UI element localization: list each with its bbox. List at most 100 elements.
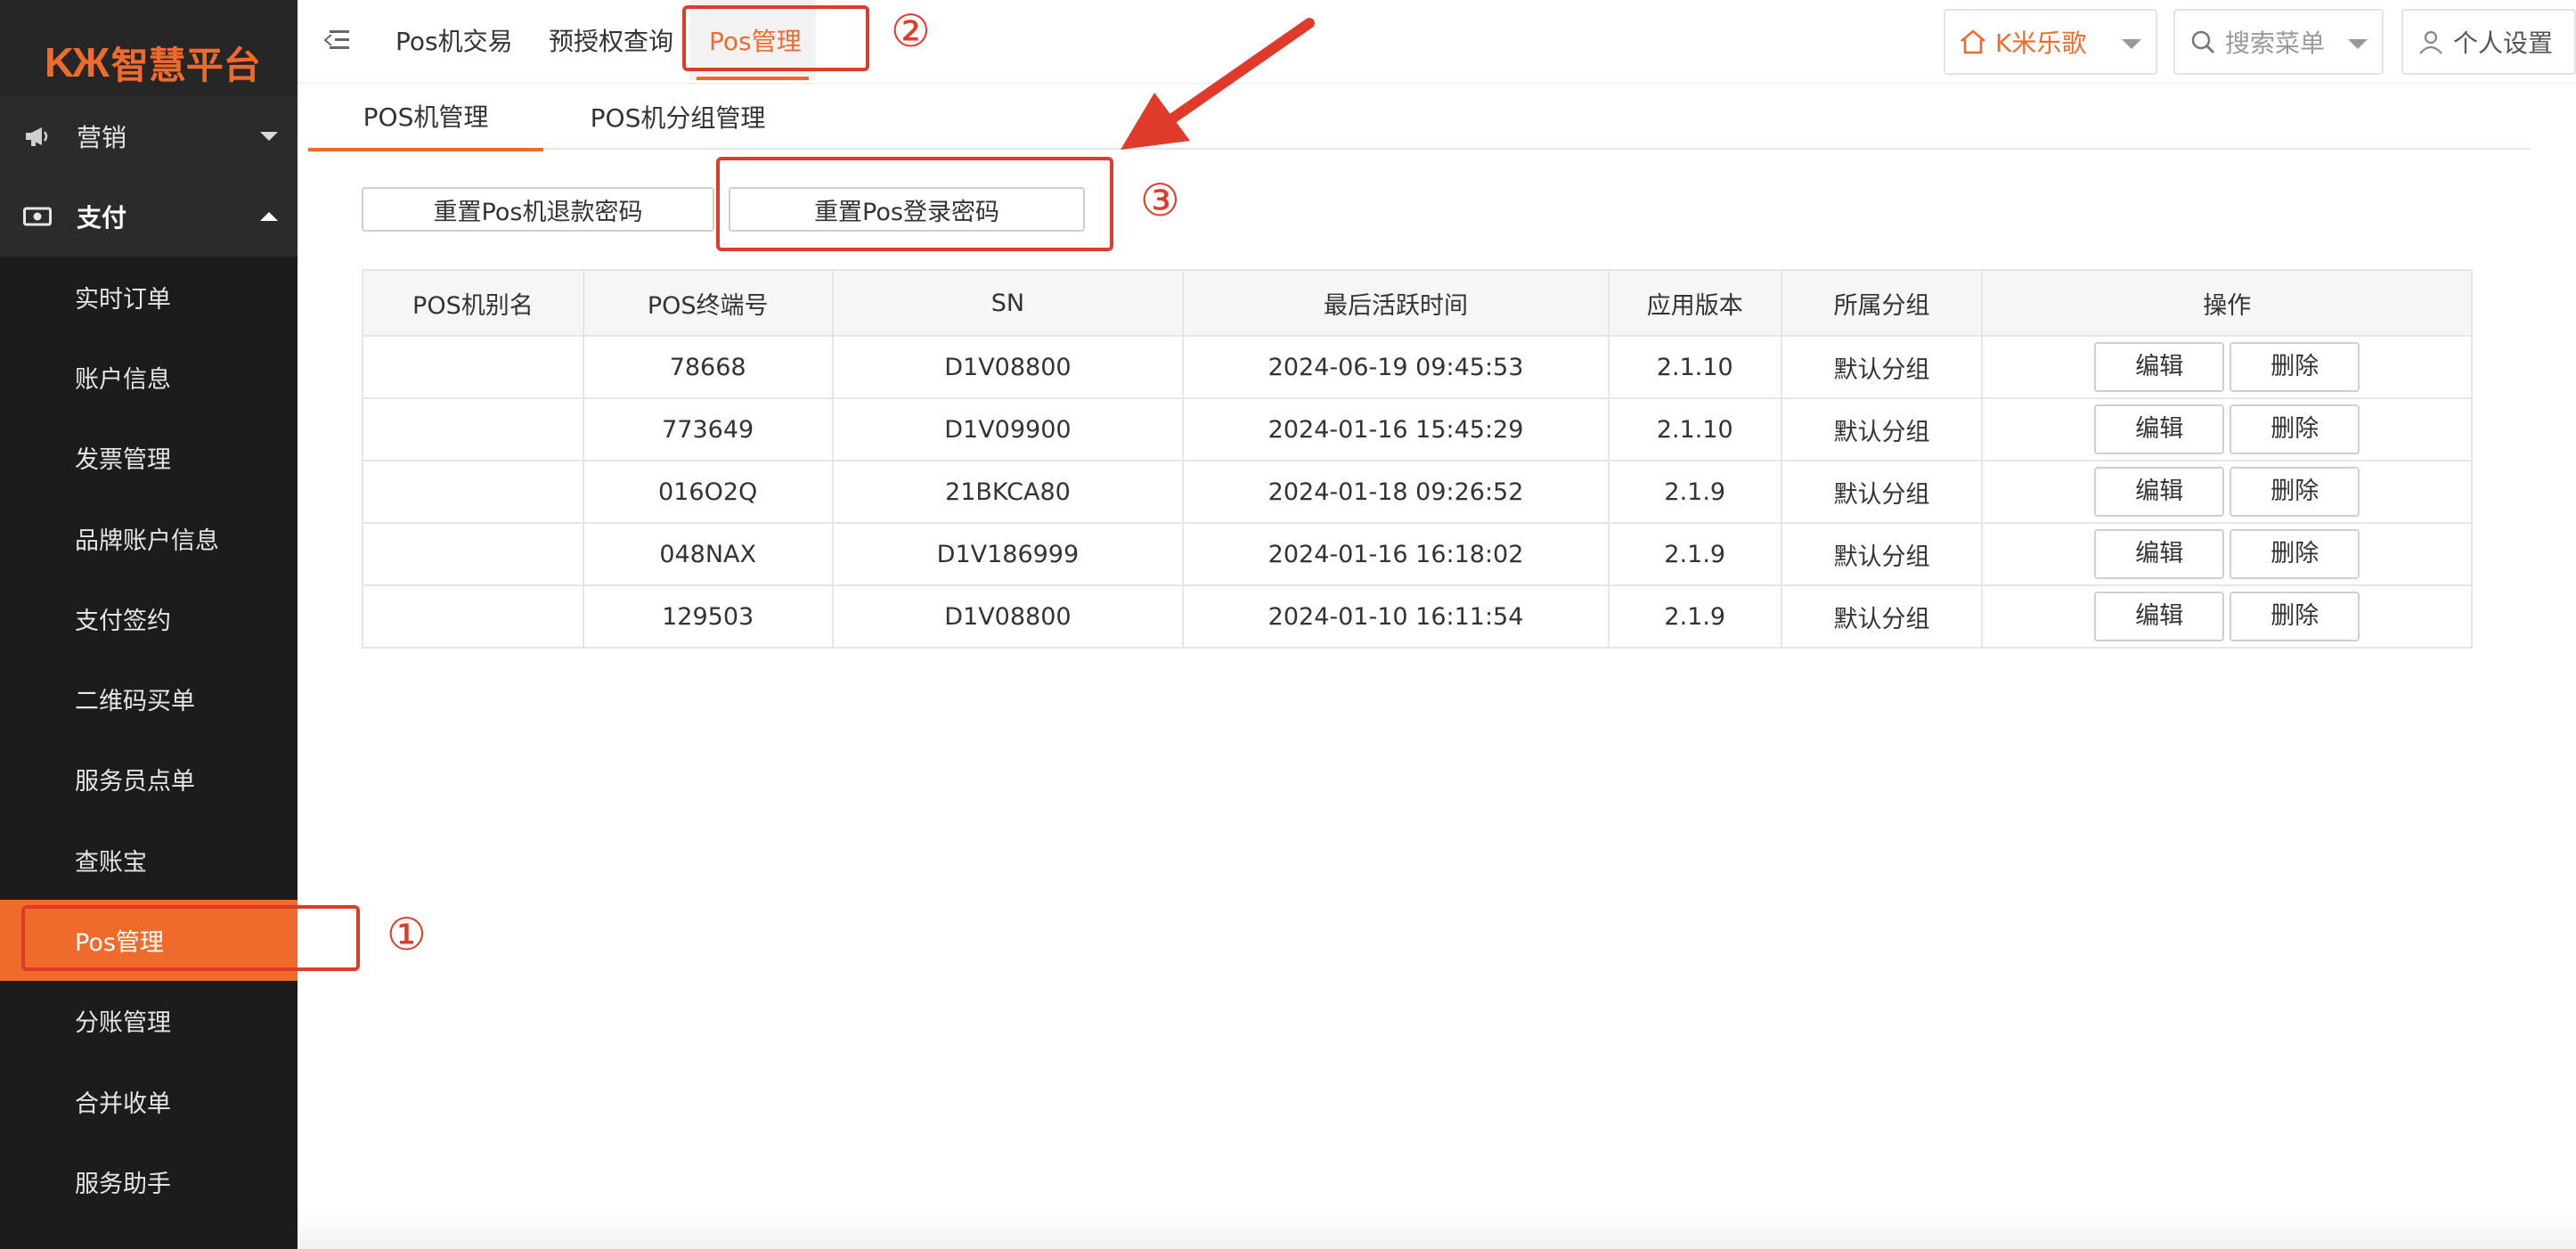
subtab-pos-group[interactable]: POS机分组管理: [567, 84, 789, 150]
personal-settings-button[interactable]: 个人设置: [2401, 9, 2576, 75]
sidebar-item-waiter-order[interactable]: 服务员点单: [0, 739, 298, 820]
sidebar-group-payment[interactable]: 支付: [0, 176, 298, 257]
chevron-up-icon: [260, 212, 278, 221]
sidebar-item-brand-account[interactable]: 品牌账户信息: [0, 498, 298, 578]
sidebar: KЖ 智慧平台 营销 支付 实时订单 账户信息 发票管理 品牌账户信息 支付签约…: [0, 0, 298, 1249]
cell-group: 默认分组: [1780, 522, 1984, 586]
table-header-row: POS机别名 POS终端号 SN 最后活跃时间 应用版本 所属分组 操作: [362, 269, 2473, 337]
sidebar-group-marketing[interactable]: 营销: [0, 96, 298, 176]
search-menu-select[interactable]: 搜索菜单: [2173, 9, 2384, 75]
cell-terminal: 048NAX: [582, 522, 834, 586]
cell-version: 2.1.9: [1607, 584, 1782, 649]
sidebar-group-label: 营销: [77, 123, 127, 152]
cell-alias: [362, 584, 584, 649]
sidebar-item-split-account[interactable]: 分账管理: [0, 981, 298, 1061]
cell-sn: D1V08800: [831, 335, 1185, 399]
home-icon: [1958, 27, 1988, 57]
sidebar-item-label: 合并收单: [75, 1090, 171, 1118]
top-bar: Pos机交易 预授权查询 Pos管理 K米乐歌 搜索菜单 个人设置: [298, 0, 2576, 84]
reset-refund-password-button[interactable]: 重置Pos机退款密码: [362, 187, 714, 232]
megaphone-icon: [20, 123, 55, 150]
cell-last-active: 2024-01-18 09:26:52: [1182, 460, 1610, 524]
sidebar-item-label: 实时订单: [75, 285, 171, 314]
edit-button[interactable]: 编辑: [2094, 467, 2225, 517]
sidebar-item-label: 查账宝: [75, 848, 147, 877]
sidebar-item-reconciliation[interactable]: 查账宝: [0, 820, 298, 900]
cell-alias: [362, 522, 584, 586]
cell-last-active: 2024-01-16 16:18:02: [1182, 522, 1610, 586]
subtab-pos-machine[interactable]: POS机管理: [308, 84, 543, 151]
delete-button[interactable]: 删除: [2230, 592, 2360, 641]
cell-group: 默认分组: [1780, 460, 1984, 524]
sidebar-item-payment-sign[interactable]: 支付签约: [0, 578, 298, 658]
annotation-step-1: ①: [387, 909, 427, 960]
sidebar-item-label: 服务助手: [75, 1170, 171, 1198]
tab-pos-management[interactable]: Pos管理: [689, 0, 816, 80]
tab-pos-transactions[interactable]: Pos机交易: [388, 0, 520, 80]
cell-actions: 编辑 删除: [1981, 460, 2473, 524]
sidebar-item-label: Pos管理: [75, 929, 164, 958]
menu-collapse-icon[interactable]: [324, 27, 351, 53]
delete-button[interactable]: 删除: [2230, 529, 2360, 579]
cell-terminal: 78668: [582, 335, 834, 399]
sidebar-item-invoice[interactable]: 发票管理: [0, 418, 298, 498]
cell-actions: 编辑 删除: [1981, 584, 2473, 649]
cell-version: 2.1.9: [1607, 522, 1782, 586]
settings-label: 个人设置: [2453, 29, 2554, 58]
subtab-label: POS机管理: [363, 102, 489, 132]
col-last-active: 最后活跃时间: [1182, 269, 1610, 337]
sidebar-item-label: 二维码买单: [75, 688, 195, 716]
sidebar-item-realtime-orders[interactable]: 实时订单: [0, 257, 298, 337]
table-row: 048NAX D1V186999 2024-01-16 16:18:02 2.1…: [362, 522, 2473, 586]
cell-terminal: 129503: [582, 584, 834, 649]
cell-group: 默认分组: [1780, 397, 1984, 461]
cell-sn: D1V08800: [831, 584, 1185, 649]
cell-last-active: 2024-01-10 16:11:54: [1182, 584, 1610, 649]
edit-button[interactable]: 编辑: [2094, 529, 2225, 579]
user-icon: [2416, 27, 2446, 57]
sidebar-item-account-info[interactable]: 账户信息: [0, 337, 298, 417]
table-row: 016O2Q 21BKCA80 2024-01-18 09:26:52 2.1.…: [362, 460, 2473, 524]
tab-preauth-query[interactable]: 预授权查询: [542, 0, 681, 80]
col-alias: POS机别名: [362, 269, 584, 337]
cell-group: 默认分组: [1780, 335, 1984, 399]
cell-sn: 21BKCA80: [831, 460, 1185, 524]
cell-group: 默认分组: [1780, 584, 1984, 649]
cell-alias: [362, 397, 584, 461]
search-icon: [2188, 27, 2218, 57]
sidebar-item-label: 账户信息: [75, 365, 171, 394]
chevron-down-icon: [2122, 39, 2141, 49]
money-icon: [20, 203, 55, 230]
delete-button[interactable]: 删除: [2230, 467, 2360, 517]
chevron-down-icon: [260, 132, 278, 141]
sidebar-item-merged-collection[interactable]: 合并收单: [0, 1061, 298, 1141]
delete-button[interactable]: 删除: [2230, 342, 2360, 392]
sidebar-item-label: 分账管理: [75, 1009, 171, 1038]
reset-login-password-button[interactable]: 重置Pos登录密码: [729, 187, 1085, 232]
edit-button[interactable]: 编辑: [2094, 342, 2225, 392]
cell-version: 2.1.9: [1607, 460, 1782, 524]
logo-text: 智慧平台: [110, 43, 261, 87]
cell-version: 2.1.10: [1607, 397, 1782, 461]
cell-last-active: 2024-01-16 15:45:29: [1182, 397, 1610, 461]
store-selector[interactable]: K米乐歌: [1944, 9, 2157, 75]
search-menu-placeholder: 搜索菜单: [2225, 29, 2326, 58]
col-sn: SN: [831, 269, 1185, 337]
sidebar-item-pos-management[interactable]: Pos管理: [0, 900, 298, 981]
edit-button[interactable]: 编辑: [2094, 404, 2225, 454]
delete-button[interactable]: 删除: [2230, 404, 2360, 454]
sidebar-item-service-assistant[interactable]: 服务助手: [0, 1141, 298, 1221]
cell-last-active: 2024-06-19 09:45:53: [1182, 335, 1610, 399]
annotation-step-3: ③: [1140, 175, 1180, 226]
cell-alias: [362, 335, 584, 399]
col-actions: 操作: [1981, 269, 2473, 337]
cell-version: 2.1.10: [1607, 335, 1782, 399]
cell-actions: 编辑 删除: [1981, 335, 2473, 399]
tab-label: Pos机交易: [395, 27, 513, 56]
tab-label: 预授权查询: [549, 27, 674, 56]
sidebar-item-label: 支付签约: [75, 607, 171, 635]
sidebar-submenu: 实时订单 账户信息 发票管理 品牌账户信息 支付签约 二维码买单 服务员点单 查…: [0, 257, 298, 1249]
cell-sn: D1V09900: [831, 397, 1185, 461]
sidebar-item-qr-pay[interactable]: 二维码买单: [0, 658, 298, 739]
edit-button[interactable]: 编辑: [2094, 592, 2225, 641]
